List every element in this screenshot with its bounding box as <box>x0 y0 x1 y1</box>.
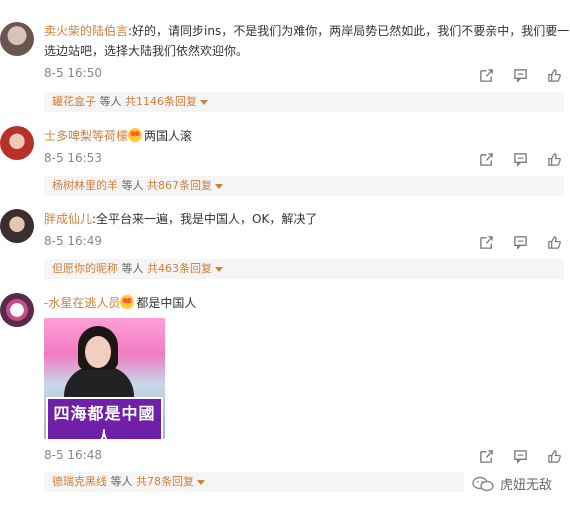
avatar[interactable] <box>0 209 34 243</box>
comment-actions <box>478 67 562 83</box>
watermark-text: 虎妞无敌 <box>499 478 552 493</box>
like-icon[interactable] <box>546 67 562 83</box>
emoji-icon <box>128 128 143 142</box>
reply-mid: 等人 <box>118 179 147 192</box>
comment-icon[interactable] <box>512 234 528 250</box>
chevron-down-icon[interactable] <box>215 266 223 272</box>
comment-text-cont: 选边站吧，选择大陆我们依然欢迎你。 <box>44 44 249 58</box>
reply-summary[interactable]: 但愿你的昵称 等人 共463条回复 <box>44 259 564 279</box>
watermark: 虎妞无敌 <box>472 474 552 493</box>
image-figure-face <box>85 336 111 368</box>
wechat-icon <box>472 476 494 491</box>
reply-count[interactable]: 共463条回复 <box>147 262 212 275</box>
share-icon[interactable] <box>478 234 494 250</box>
reply-author[interactable]: 杨树林里的羊 <box>52 179 118 192</box>
comment-actions <box>478 234 562 250</box>
reply-count[interactable]: 共1146条回复 <box>125 95 197 108</box>
share-icon[interactable] <box>478 151 494 167</box>
image-caption: 四海都是中國人 <box>46 397 163 439</box>
reply-author[interactable]: 但愿你的昵称 <box>52 262 118 275</box>
reply-count[interactable]: 共867条回复 <box>147 179 212 192</box>
comment-author[interactable]: 士多啤梨等荷檬 <box>44 129 128 143</box>
comment-actions <box>478 151 562 167</box>
chevron-down-icon[interactable] <box>200 99 208 105</box>
reply-mid: 等人 <box>107 475 136 488</box>
comment-author[interactable]: 卖火柴的陆伯言 <box>44 24 128 38</box>
comment-time: 8-5 16:49 <box>44 234 102 248</box>
reply-author[interactable]: 德瑞克黑线 <box>52 475 107 488</box>
comment-text: 都是中国人 <box>136 296 197 310</box>
reply-summary[interactable]: 德瑞克黑线 等人 共78条回复 <box>44 472 464 492</box>
comment-icon[interactable] <box>512 67 528 83</box>
like-icon[interactable] <box>546 234 562 250</box>
chevron-down-icon[interactable] <box>215 183 223 189</box>
chevron-down-icon[interactable] <box>197 479 205 485</box>
comment-author[interactable]: -水星在逃人员 <box>44 296 120 310</box>
comment-icon[interactable] <box>512 151 528 167</box>
avatar[interactable] <box>0 22 34 56</box>
like-icon[interactable] <box>546 151 562 167</box>
comment-text: 两国人滚 <box>144 129 193 143</box>
reply-mid: 等人 <box>118 262 147 275</box>
comment-text: :好的，请同步ins，不是我们为难你，两岸局势已然如此，我们不要亲中，我们要一 <box>128 24 570 38</box>
reply-mid: 等人 <box>96 95 125 108</box>
comment-time: 8-5 16:48 <box>44 448 102 462</box>
like-icon[interactable] <box>546 448 562 464</box>
comment-time: 8-5 16:53 <box>44 151 102 165</box>
share-icon[interactable] <box>478 448 494 464</box>
comment-icon[interactable] <box>512 448 528 464</box>
reply-summary[interactable]: 杨树林里的羊 等人 共867条回复 <box>44 176 564 196</box>
share-icon[interactable] <box>478 67 494 83</box>
comment-image[interactable]: 四海都是中國人 <box>44 318 165 439</box>
comment-time: 8-5 16:50 <box>44 66 102 80</box>
comment-author[interactable]: 胖成仙儿 <box>44 212 92 226</box>
avatar[interactable] <box>0 293 34 327</box>
reply-author[interactable]: 罐花盒子 <box>52 95 96 108</box>
emoji-icon <box>120 295 135 309</box>
avatar[interactable] <box>0 126 34 160</box>
comment-actions <box>478 448 562 464</box>
reply-count[interactable]: 共78条回复 <box>136 475 194 488</box>
reply-summary[interactable]: 罐花盒子 等人 共1146条回复 <box>44 92 564 112</box>
comment-text: :全平台来一遍，我是中国人，OK，解决了 <box>92 212 318 226</box>
